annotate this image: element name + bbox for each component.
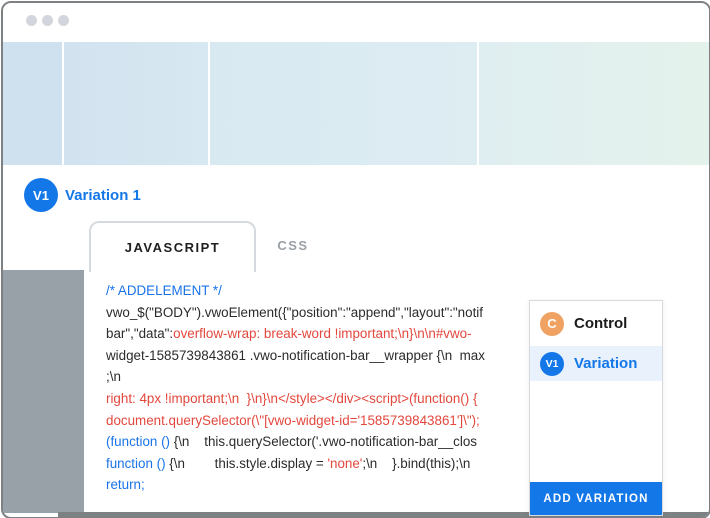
code-line: right: 4px !important;\n }\n}\n</style><… bbox=[106, 388, 532, 410]
variation-item-badge: V1 bbox=[540, 352, 564, 376]
panel-spacer bbox=[530, 381, 662, 482]
tab-javascript[interactable]: JAVASCRIPT bbox=[89, 221, 256, 272]
window-control-dot[interactable] bbox=[58, 15, 69, 26]
control-badge: C bbox=[540, 312, 564, 336]
window-titlebar bbox=[3, 3, 709, 42]
code-line: /* ADDELEMENT */ bbox=[106, 280, 532, 302]
browser-window: V1 Variation 1 JAVASCRIPT CSS /* ADDELEM… bbox=[1, 1, 710, 518]
code-line: function () {\n this.style.display = 'no… bbox=[106, 453, 532, 475]
code-line: document.querySelector(\"[vwo-widget-id=… bbox=[106, 410, 532, 432]
variations-panel: C Control V1 Variation ADD VARIATION bbox=[529, 300, 663, 516]
variation-item-label: Variation bbox=[574, 355, 637, 372]
code-line: (function () {\n this.querySelector('.vw… bbox=[106, 431, 532, 453]
sidebar-placeholder bbox=[3, 270, 84, 513]
code-block[interactable]: /* ADDELEMENT */vwo_$("BODY").vwoElement… bbox=[106, 280, 532, 498]
panel-item-control[interactable]: C Control bbox=[530, 301, 662, 346]
tab-css[interactable]: CSS bbox=[250, 221, 336, 270]
banner-block-2 bbox=[64, 42, 208, 165]
control-label: Control bbox=[574, 315, 627, 332]
code-line: vwo_$("BODY").vwoElement({"position":"ap… bbox=[106, 302, 532, 324]
banner-block-4 bbox=[479, 42, 709, 165]
code-line: ;\n bbox=[106, 366, 532, 388]
page-preview-banner bbox=[3, 42, 709, 165]
panel-item-variation[interactable]: V1 Variation bbox=[530, 346, 662, 381]
window-control-dot[interactable] bbox=[26, 15, 37, 26]
screenshot-stage: V1 Variation 1 JAVASCRIPT CSS /* ADDELEM… bbox=[0, 0, 710, 518]
banner-block-3 bbox=[210, 42, 477, 165]
banner-block-left bbox=[3, 42, 62, 165]
variation-badge: V1 bbox=[24, 178, 58, 212]
code-line: bar","data":overflow-wrap: break-word !i… bbox=[106, 323, 532, 345]
variation-title: Variation 1 bbox=[65, 187, 141, 204]
code-line: widget-1585739843861 .vwo-notification-b… bbox=[106, 345, 532, 367]
window-control-dot[interactable] bbox=[42, 15, 53, 26]
add-variation-button[interactable]: ADD VARIATION bbox=[530, 482, 662, 515]
code-line: return; bbox=[106, 474, 532, 496]
